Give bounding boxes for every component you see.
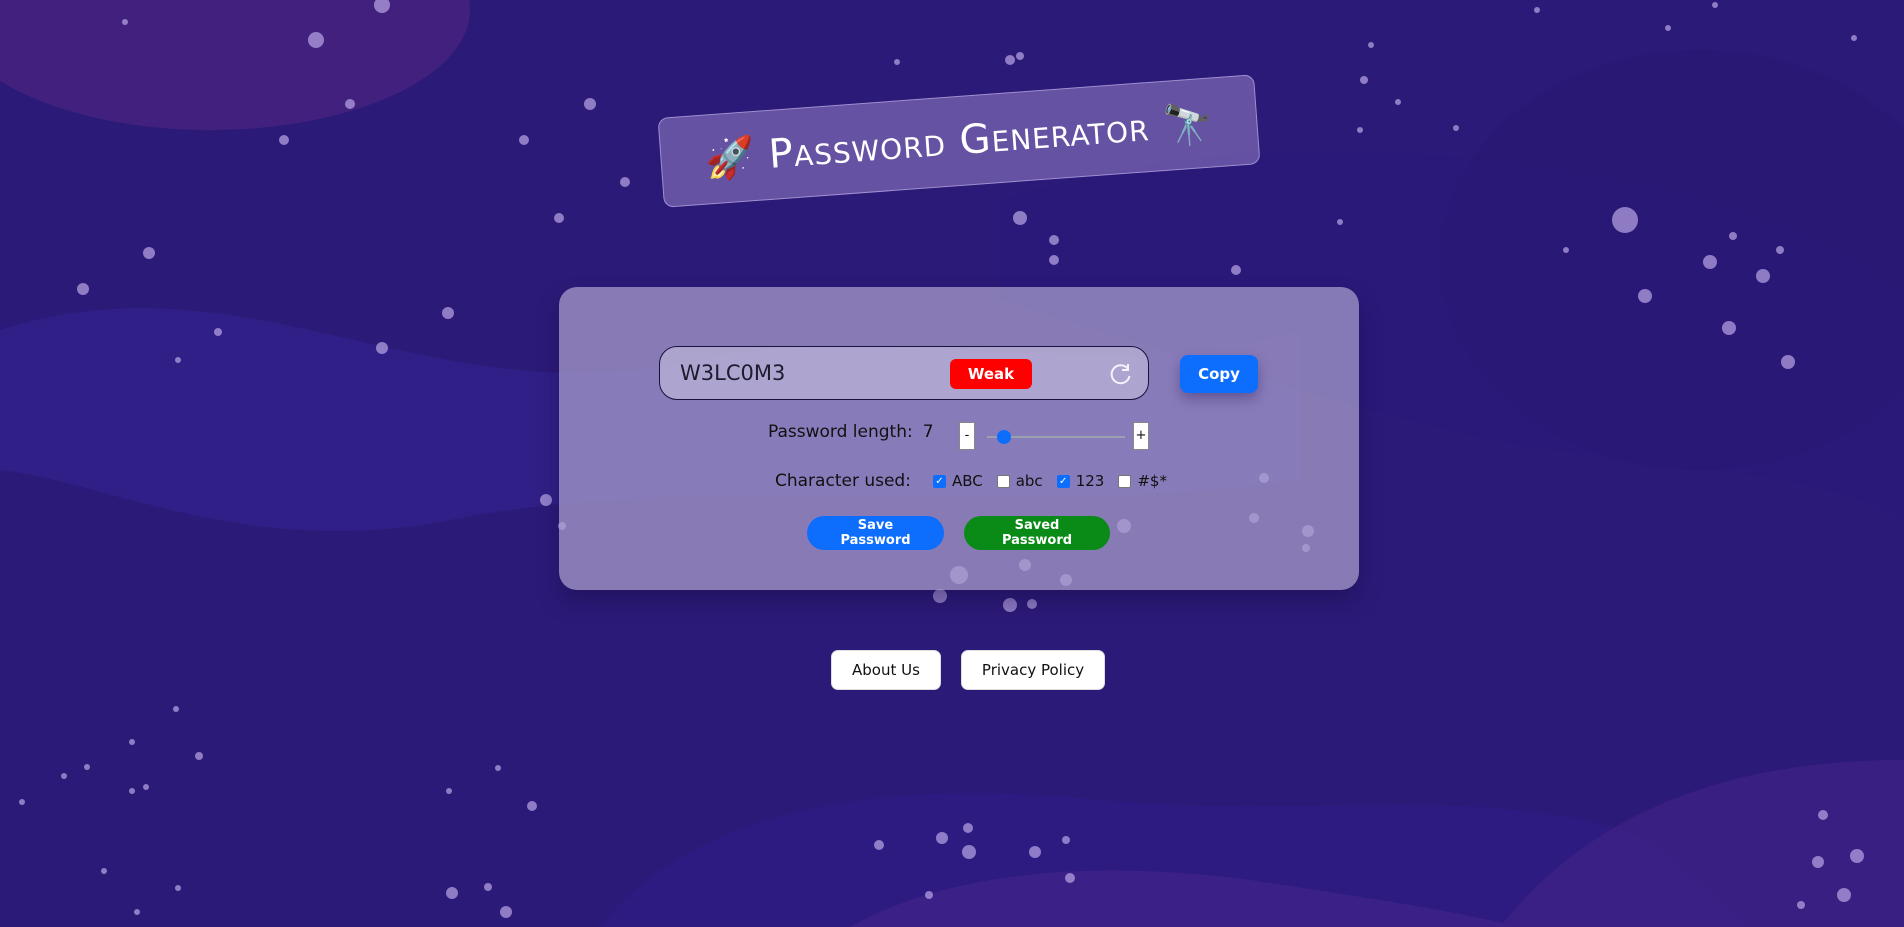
- privacy-policy-button[interactable]: Privacy Policy: [960, 650, 1106, 690]
- refresh-icon: [1110, 364, 1131, 385]
- option-symbols[interactable]: #$*: [1118, 472, 1167, 490]
- password-length-value: 7: [922, 422, 934, 442]
- password-length-label: Password length:: [768, 422, 913, 442]
- save-password-button[interactable]: Save Password: [807, 516, 944, 550]
- character-used-label: Character used:: [775, 471, 911, 491]
- numbers-checkbox[interactable]: ✓: [1056, 474, 1070, 488]
- about-us-button[interactable]: About Us: [831, 650, 941, 690]
- action-buttons: Save Password Saved Password: [807, 516, 1110, 550]
- lowercase-label: abc: [1015, 472, 1043, 490]
- symbols-label: #$*: [1137, 472, 1167, 490]
- refresh-button[interactable]: [1107, 360, 1135, 388]
- rocket-icon: 🚀: [703, 133, 757, 184]
- uppercase-label: ABC: [951, 472, 983, 490]
- uppercase-checkbox[interactable]: ✓: [932, 474, 946, 488]
- password-value[interactable]: W3LC0M3: [680, 361, 785, 385]
- length-slider-thumb[interactable]: [996, 430, 1011, 444]
- copy-button[interactable]: Copy: [1180, 355, 1258, 393]
- character-options-row: Character used: ✓ ABC abc ✓ 123 #$*: [775, 471, 1181, 491]
- generator-card: W3LC0M3 Weak Copy Password length: 7 - +…: [559, 287, 1359, 590]
- strength-badge: Weak: [950, 359, 1032, 389]
- option-uppercase[interactable]: ✓ ABC: [932, 472, 983, 490]
- decrement-button[interactable]: -: [959, 422, 975, 450]
- password-display: W3LC0M3 Weak: [659, 346, 1149, 400]
- footer-links: About Us Privacy Policy: [831, 650, 1106, 690]
- page-title: Password Generator: [767, 104, 1151, 178]
- lowercase-checkbox[interactable]: [996, 474, 1010, 488]
- option-numbers[interactable]: ✓ 123: [1056, 472, 1105, 490]
- increment-button[interactable]: +: [1133, 422, 1149, 450]
- telescope-icon: 🔭: [1161, 99, 1215, 150]
- saved-password-button[interactable]: Saved Password: [964, 516, 1110, 550]
- symbols-checkbox[interactable]: [1118, 474, 1132, 488]
- numbers-label: 123: [1075, 472, 1105, 490]
- option-lowercase[interactable]: abc: [996, 472, 1043, 490]
- password-length-row: Password length: 7: [768, 422, 934, 442]
